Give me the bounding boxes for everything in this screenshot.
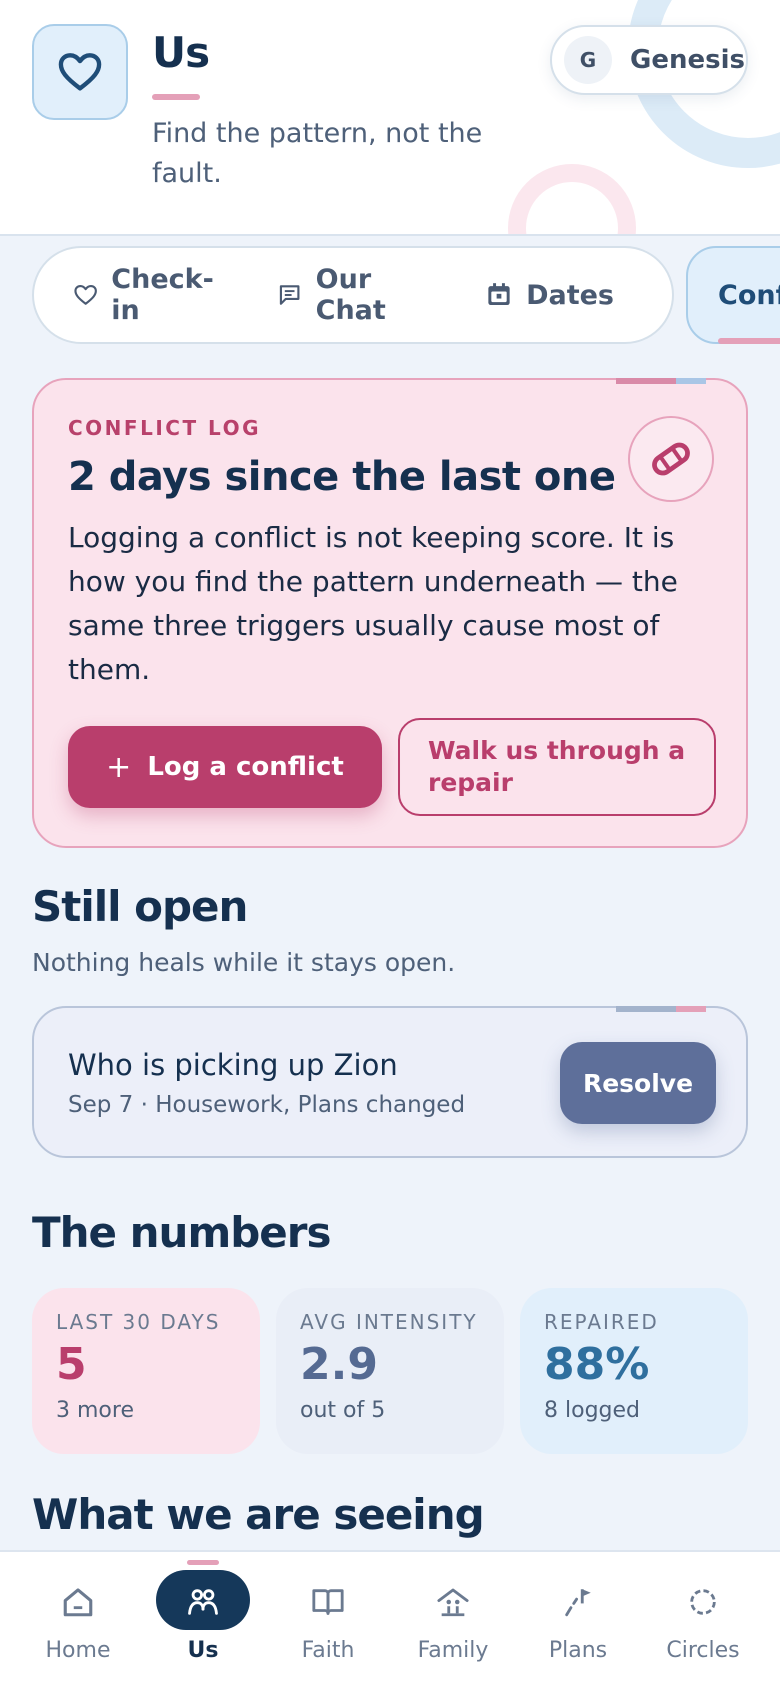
card-eyebrow: CONFLICT LOG xyxy=(68,416,261,440)
card-accent-bar xyxy=(616,1006,706,1012)
user-name: Genesis xyxy=(630,45,745,75)
resolve-button[interactable]: Resolve xyxy=(560,1042,716,1124)
nav-label: Home xyxy=(45,1638,111,1663)
stat-label: AVG INTENSITY xyxy=(300,1310,478,1334)
decorative-ring xyxy=(508,164,636,234)
stat-card-repaired: REPAIRED 88% 8 logged xyxy=(520,1288,748,1454)
stat-note: out of 5 xyxy=(300,1398,386,1423)
nav-label: Family xyxy=(417,1638,489,1663)
tab-our-chat[interactable]: Our Chat xyxy=(278,264,428,326)
open-conflict-item: Who is picking up Zion Sep 7 · Housework… xyxy=(32,1006,748,1158)
bottom-navigation: Home Us Faith Family Plans Circles xyxy=(0,1550,780,1688)
flag-path-icon xyxy=(561,1582,595,1622)
card-title: 2 days since the last one xyxy=(68,454,616,500)
tab-check-in[interactable]: Check-in xyxy=(74,264,220,326)
stat-value: 2.9 xyxy=(300,1339,378,1390)
chat-icon xyxy=(280,285,300,305)
card-body: Logging a conflict is not keeping score.… xyxy=(68,521,678,686)
tab-conflicts[interactable]: Conflicts xyxy=(686,246,780,344)
bandage-icon xyxy=(628,416,714,502)
avatar: G xyxy=(564,36,612,84)
stat-value: 5 xyxy=(56,1339,87,1390)
open-conflict-title: Who is picking up Zion xyxy=(68,1048,398,1082)
tab-label: Conflicts xyxy=(718,279,780,311)
plus-icon: + xyxy=(106,749,132,785)
stat-card-avg-intensity: AVG INTENSITY 2.9 out of 5 xyxy=(276,1288,504,1454)
nav-label: Circles xyxy=(666,1638,740,1663)
home-icon xyxy=(61,1582,95,1622)
header: Us Find the pattern, not the fault. G Ge… xyxy=(0,0,780,236)
circle-dots-icon xyxy=(686,1582,720,1622)
stat-label: REPAIRED xyxy=(544,1310,659,1334)
nav-item-plans[interactable]: Plans xyxy=(516,1552,640,1688)
section-subtitle: Nothing heals while it stays open. xyxy=(32,948,456,977)
stat-note: 8 logged xyxy=(544,1398,640,1423)
tab-label: Our Chat xyxy=(315,264,386,326)
stat-value: 88% xyxy=(544,1339,650,1390)
nav-label: Faith xyxy=(301,1638,355,1663)
nav-label: Plans xyxy=(548,1638,608,1663)
page-title: Us xyxy=(152,28,210,77)
card-accent-bar xyxy=(616,378,706,384)
section-tabs: Check-in Our Chat Dates xyxy=(32,246,674,344)
button-label: Log a conflict xyxy=(147,752,344,782)
nav-item-circles[interactable]: Circles xyxy=(641,1552,765,1688)
stats-row: LAST 30 DAYS 5 3 more AVG INTENSITY 2.9 … xyxy=(32,1288,748,1454)
heart-icon xyxy=(32,24,128,120)
tab-label: Check-in xyxy=(111,264,214,326)
stat-card-last-30-days: LAST 30 DAYS 5 3 more xyxy=(32,1288,260,1454)
page-subtitle: Find the pattern, not the fault. xyxy=(152,118,483,189)
section-title-numbers: The numbers xyxy=(32,1208,331,1257)
family-home-icon xyxy=(436,1582,470,1622)
nav-label: Us xyxy=(187,1638,219,1663)
nav-item-faith[interactable]: Faith xyxy=(266,1552,390,1688)
calendar-icon xyxy=(488,283,510,306)
title-underline xyxy=(152,94,200,100)
us-conflicts-screen: Us Find the pattern, not the fault. G Ge… xyxy=(0,0,780,1688)
log-conflict-button[interactable]: + Log a conflict xyxy=(68,726,382,808)
nav-item-home[interactable]: Home xyxy=(16,1552,140,1688)
active-tab-indicator xyxy=(718,338,780,344)
couple-icon xyxy=(186,1582,220,1622)
heart-outline-icon xyxy=(74,285,97,305)
conflict-log-card: CONFLICT LOG 2 days since the last one L… xyxy=(32,378,748,848)
stat-label: LAST 30 DAYS xyxy=(56,1310,221,1334)
book-icon xyxy=(311,1582,345,1622)
open-conflict-meta: Sep 7 · Housework, Plans changed xyxy=(68,1092,466,1118)
repair-walkthrough-button[interactable]: Walk us through a repair xyxy=(398,718,716,816)
section-title-still-open: Still open xyxy=(32,882,248,931)
nav-item-family[interactable]: Family xyxy=(391,1552,515,1688)
nav-item-us[interactable]: Us xyxy=(141,1552,265,1688)
tab-dates[interactable]: Dates xyxy=(486,280,614,311)
section-title-seeing: What we are seeing xyxy=(32,1490,485,1539)
user-switcher[interactable]: G Genesis xyxy=(550,25,748,95)
tab-label: Dates xyxy=(526,279,614,311)
stat-note: 3 more xyxy=(56,1398,134,1423)
